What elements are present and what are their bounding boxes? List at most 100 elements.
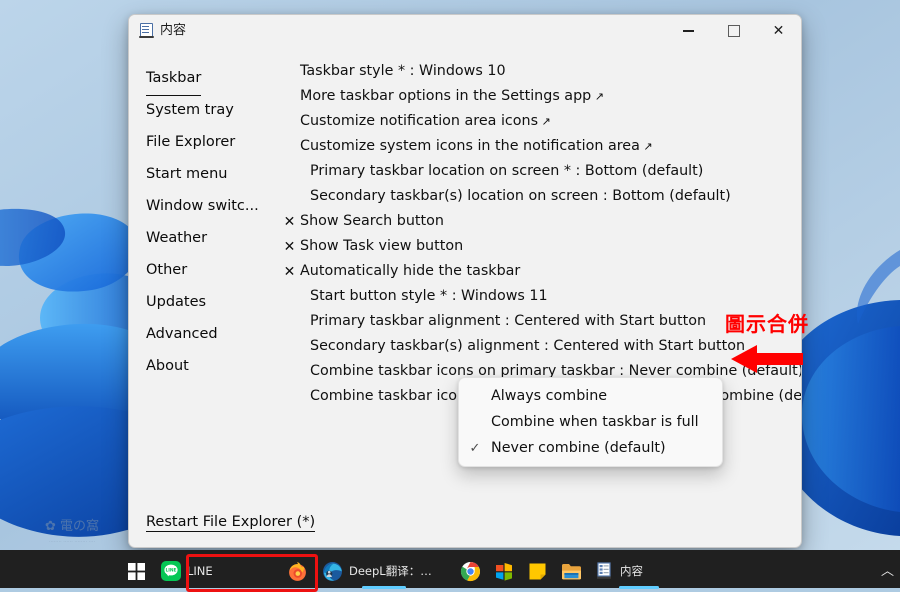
- setting-label: Secondary taskbar(s) alignment : Centere…: [310, 338, 746, 354]
- dropdown-option-never-combine[interactable]: ✓ Never combine (default): [459, 435, 722, 461]
- sidebar-item-label: Advanced: [146, 326, 218, 342]
- external-link-icon: ↗: [591, 90, 604, 103]
- app-list-icon: [597, 562, 611, 579]
- sidebar-item-file-explorer[interactable]: File Explorer: [129, 126, 279, 158]
- sidebar-item-label: Weather: [146, 230, 208, 246]
- sidebar-item-taskbar[interactable]: Taskbar: [129, 62, 279, 96]
- x-glyph: ✕: [283, 263, 296, 280]
- window-titlebar[interactable]: 内容 ✕: [129, 15, 801, 51]
- taskbar-item-label: LINE: [187, 564, 213, 578]
- dropdown-option-combine-when-full[interactable]: Combine when taskbar is full: [459, 409, 722, 435]
- checkbox-x-icon[interactable]: ✕: [279, 265, 300, 279]
- file-explorer-icon: [562, 563, 581, 579]
- close-button[interactable]: ✕: [756, 15, 801, 47]
- settings-window: 内容 ✕ Taskbar System tray File Explorer S…: [128, 14, 802, 548]
- setting-label: Show Task view button: [300, 238, 464, 254]
- sidebar-item-label: Start menu: [146, 166, 228, 182]
- minimize-button[interactable]: [666, 15, 711, 47]
- checkbox-x-icon[interactable]: ✕: [279, 240, 300, 254]
- microsoft-store-icon: [496, 562, 512, 581]
- window-body: Taskbar System tray File Explorer Start …: [129, 51, 801, 547]
- sidebar-item-label: System tray: [146, 102, 234, 118]
- sidebar-nav: Taskbar System tray File Explorer Start …: [129, 51, 316, 547]
- sidebar-item-advanced[interactable]: Advanced: [129, 318, 279, 350]
- taskbar-item-edge-deepl[interactable]: DeepL翻译：全世...: [315, 556, 453, 589]
- dropdown-option-always-combine[interactable]: Always combine: [459, 383, 722, 409]
- setting-row-secondary-taskbar-alignment[interactable]: Secondary taskbar(s) alignment : Centere…: [279, 334, 801, 359]
- taskbar-item-chrome[interactable]: [453, 556, 488, 586]
- setting-label: Primary taskbar location on screen * : B…: [310, 163, 704, 179]
- chrome-icon: [460, 561, 480, 581]
- taskbar-item-line[interactable]: LINE LINE: [154, 556, 280, 586]
- setting-row-more-taskbar-options[interactable]: More taskbar options in the Settings app…: [279, 84, 801, 109]
- sidebar-item-label: Taskbar: [146, 62, 202, 96]
- line-icon: LINE: [161, 561, 181, 581]
- setting-row-show-search-button[interactable]: ✕ Show Search button: [279, 209, 801, 234]
- sidebar-item-about[interactable]: About: [129, 350, 279, 382]
- window-title: 内容: [160, 23, 187, 38]
- sidebar-item-label: About: [146, 358, 189, 374]
- setting-label: Primary taskbar alignment : Centered wit…: [310, 313, 707, 329]
- setting-row-customize-notification-icons[interactable]: Customize notification area icons ↗: [279, 109, 801, 134]
- windows-taskbar: LINE LINE DeepL翻译：全世...: [0, 550, 900, 589]
- setting-label: Customize system icons in the notificati…: [300, 138, 640, 154]
- system-tray: ︿: [881, 550, 894, 588]
- sidebar-item-weather[interactable]: Weather: [129, 222, 279, 254]
- taskbar-item-sticky-notes[interactable]: [521, 556, 554, 586]
- svg-text:✿ 電の窩: ✿ 電の窩: [45, 518, 99, 534]
- x-glyph: ✕: [283, 238, 296, 255]
- setting-label: Customize notification area icons: [300, 113, 539, 129]
- svg-text:LINE: LINE: [165, 568, 176, 574]
- taskbar-item-firefox[interactable]: [280, 556, 315, 586]
- external-link-icon: ↗: [538, 115, 551, 128]
- settings-list: Taskbar style * : Windows 10 More taskba…: [279, 51, 801, 547]
- setting-label: Secondary taskbar(s) location on screen …: [310, 188, 731, 204]
- tray-chevron-up-icon[interactable]: ︿: [881, 560, 894, 579]
- taskbar-item-label: 内容: [620, 564, 643, 578]
- taskbar-item-microsoft-store[interactable]: [488, 556, 521, 586]
- dropdown-option-label: Combine when taskbar is full: [491, 414, 699, 430]
- setting-row-customize-system-icons[interactable]: Customize system icons in the notificati…: [279, 134, 801, 159]
- setting-row-start-button-style[interactable]: Start button style * : Windows 11: [279, 284, 801, 309]
- start-icon: [128, 562, 145, 580]
- setting-row-primary-taskbar-alignment[interactable]: Primary taskbar alignment : Centered wit…: [279, 309, 801, 334]
- x-glyph: ✕: [283, 213, 296, 230]
- sidebar-item-window-switcher[interactable]: Window switc...: [129, 190, 279, 222]
- external-link-icon: ↗: [639, 140, 653, 153]
- combine-icons-dropdown[interactable]: Always combine Combine when taskbar is f…: [458, 377, 723, 467]
- setting-label: Automatically hide the taskbar: [300, 263, 521, 279]
- sidebar-item-label: Window switc...: [146, 198, 259, 214]
- edge-icon: [323, 561, 342, 581]
- setting-row-primary-taskbar-location[interactable]: Primary taskbar location on screen * : B…: [279, 159, 801, 184]
- maximize-button[interactable]: [711, 15, 756, 47]
- dropdown-option-label: Always combine: [491, 388, 608, 404]
- annotation-text: 圖示合併: [725, 312, 809, 336]
- setting-row-secondary-taskbar-location[interactable]: Secondary taskbar(s) location on screen …: [279, 184, 801, 209]
- checkmark-icon: ✓: [469, 440, 481, 456]
- setting-row-auto-hide-taskbar[interactable]: ✕ Automatically hide the taskbar: [279, 259, 801, 284]
- sidebar-item-updates[interactable]: Updates: [129, 286, 279, 318]
- start-button[interactable]: [119, 556, 154, 586]
- taskbar-item-label: DeepL翻译：全世...: [349, 564, 435, 578]
- close-icon: ✕: [772, 23, 785, 39]
- taskbar-item-file-explorer[interactable]: [554, 556, 589, 586]
- window-title-group: 内容: [139, 23, 186, 38]
- sidebar-item-other[interactable]: Other: [129, 254, 279, 286]
- sidebar-item-label: File Explorer: [146, 134, 236, 150]
- taskbar-item-content-app[interactable]: 内容: [589, 556, 689, 589]
- minimize-icon: [683, 30, 694, 32]
- sidebar-item-system-tray[interactable]: System tray: [129, 94, 279, 126]
- sidebar-item-label: Updates: [146, 294, 207, 310]
- dropdown-option-label: Never combine (default): [491, 440, 666, 456]
- setting-label: More taskbar options in the Settings app: [300, 88, 592, 104]
- annotation-left-arrow-icon: [731, 345, 803, 373]
- setting-label: Show Search button: [300, 213, 444, 229]
- setting-label: Start button style * : Windows 11: [310, 288, 548, 304]
- checkbox-x-icon[interactable]: ✕: [279, 215, 300, 229]
- sidebar-item-start-menu[interactable]: Start menu: [129, 158, 279, 190]
- maximize-icon: [727, 25, 740, 37]
- firefox-icon: [289, 561, 306, 581]
- setting-row-show-task-view-button[interactable]: ✕ Show Task view button: [279, 234, 801, 259]
- app-list-icon: [139, 23, 154, 38]
- setting-row-taskbar-style[interactable]: Taskbar style * : Windows 10: [279, 59, 801, 84]
